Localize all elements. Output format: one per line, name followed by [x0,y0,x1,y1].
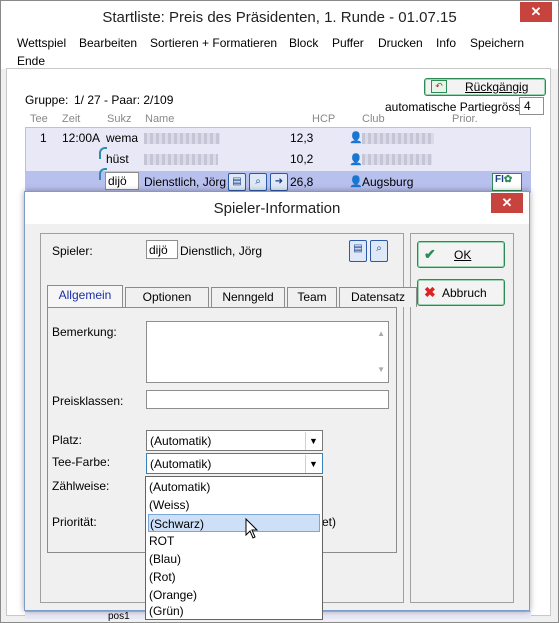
teefarbe-dropdown-list: (Automatik) (Weiss) (Schwarz) ROT (Blau)… [145,476,323,620]
menu-drucken[interactable]: Drucken [378,36,423,50]
auto-size-label: automatische Partiegrösse: [385,100,531,114]
scroll-down-icon[interactable]: ▼ [377,363,385,377]
ok-label: OK [454,248,472,262]
col-tee[interactable]: Tee [30,113,48,125]
teefarbe-select[interactable]: (Automatik) ▼ [146,453,323,474]
mouse-cursor-icon [245,518,259,539]
spieler-name: Dienstlich, Jörg [180,244,263,258]
undo-label: Rückgängig [465,80,529,94]
prioritaet-value-partial: et) [322,515,337,529]
tab-nenngeld[interactable]: Nenngeld [211,287,285,307]
chevron-down-icon[interactable]: ▼ [305,432,321,450]
player-pin-icon: 👤 [349,176,363,188]
gruppe-label: Gruppe: [25,93,69,107]
row2-name-blurred [144,154,218,165]
row2-club-blurred [362,154,432,165]
search-icon[interactable]: ⌕ [370,240,388,262]
chevron-down-icon[interactable]: ▼ [305,455,321,473]
cross-icon: ✖ [424,284,436,300]
window-title: Startliste: Preis des Präsidenten, 1. Ru… [102,9,457,26]
option-orange[interactable]: (Orange) [148,586,320,604]
platz-select[interactable]: (Automatik) ▼ [146,430,323,451]
menu-wettspiel[interactable]: Wettspiel [17,36,66,50]
spieler-code-input[interactable]: dijö [146,240,178,259]
option-gruen[interactable]: (Grün) [148,604,320,619]
cancel-button[interactable]: ✖ Abbruch [417,279,505,306]
row2-sukz[interactable]: hüst [106,152,129,166]
arrow-right-icon[interactable]: ➜ [270,173,288,191]
player-pin-icon: 👤 [349,132,363,144]
title-bar: Startliste: Preis des Präsidenten, 1. Ru… [1,1,558,33]
menu-block[interactable]: Block [289,36,318,50]
scroll-up-icon[interactable]: ▲ [377,327,385,341]
row1-zeit: 12:00A [62,131,101,145]
row1-tee: 1 [40,131,47,145]
col-sukz[interactable]: Sukz [107,113,131,125]
option-schwarz[interactable]: (Schwarz) [148,514,320,532]
row3-club: Augsburg [362,175,414,189]
row3-hcp: 26,8 [290,175,314,189]
menu-ende[interactable]: Ende [17,54,45,68]
row3-name: Dienstlich, Jörg [144,175,227,189]
preisklassen-label: Preisklassen: [52,394,124,408]
platz-label: Platz: [52,433,83,447]
option-rot-upper[interactable]: ROT [148,532,320,550]
platz-value: (Automatik) [150,434,212,448]
player-pin-icon: 👤 [349,154,363,166]
menu-bearbeiten[interactable]: Bearbeiten [79,36,137,50]
window-close-button[interactable]: ✕ [520,2,552,22]
col-hcp[interactable]: HCP [312,113,335,125]
prioritaet-label: Priorität: [52,515,97,529]
row2-hcp: 10,2 [290,152,314,166]
option-automatik[interactable]: (Automatik) [148,478,320,496]
status-flag-icon: FI✿ [492,173,522,191]
col-club[interactable]: Club [362,113,385,125]
spieler-label: Spieler: [52,244,93,258]
teefarbe-value: (Automatik) [150,457,212,471]
dialog-title-bar: Spieler-Information ✕ [25,192,529,224]
menu-bar: Wettspiel Bearbeiten Sortieren + Formati… [1,33,558,69]
menu-sortieren[interactable]: Sortieren + Formatieren [150,36,277,50]
tab-optionen[interactable]: Optionen [125,287,209,307]
dialog-close-button[interactable]: ✕ [491,193,523,213]
check-icon: ✔ [424,246,436,262]
menu-info[interactable]: Info [436,36,456,50]
search-icon[interactable]: ⌕ [249,173,267,191]
dialog-title: Spieler-Information [213,200,341,217]
row1-name-blurred [144,133,220,144]
preisklassen-input[interactable] [146,390,389,409]
auto-size-input[interactable]: 4 [519,97,544,115]
print-icon[interactable]: ▤ [349,240,367,262]
col-prior[interactable]: Prior. [452,113,478,125]
option-rot[interactable]: (Rot) [148,568,320,586]
print-icon[interactable]: ▤ [228,173,246,191]
undo-icon: ↶ [431,80,447,93]
option-blau[interactable]: (Blau) [148,550,320,568]
next-row-sukz: pos1 [108,612,130,621]
ok-button[interactable]: ✔ OK [417,241,505,268]
abbruch-label: Abbruch [442,286,487,300]
col-name[interactable]: Name [145,113,174,125]
tab-datensatz[interactable]: Datensatz [339,287,417,307]
menu-speichern[interactable]: Speichern [470,36,524,50]
row3-sukz-input[interactable]: dijö [105,172,139,190]
tab-allgemein[interactable]: Allgemein [47,285,123,307]
option-weiss[interactable]: (Weiss) [148,496,320,514]
zaehlweise-label: Zählweise: [52,479,110,493]
bemerkung-label: Bemerkung: [52,325,117,339]
col-zeit[interactable]: Zeit [62,113,80,125]
bemerkung-textarea[interactable]: ▲ ▼ [146,321,389,383]
teefarbe-label: Tee-Farbe: [52,455,111,469]
undo-button[interactable]: ↶ Rückgängig [424,78,546,96]
gruppe-value: 1/ 27 - Paar: 2/109 [74,93,174,107]
row1-club-blurred [362,133,434,144]
tab-strip: Allgemein Optionen Nenngeld Team Datensa… [47,285,417,307]
row1-sukz[interactable]: wema [106,131,138,145]
menu-puffer[interactable]: Puffer [332,36,364,50]
row1-hcp: 12,3 [290,131,314,145]
tab-team[interactable]: Team [287,287,337,307]
